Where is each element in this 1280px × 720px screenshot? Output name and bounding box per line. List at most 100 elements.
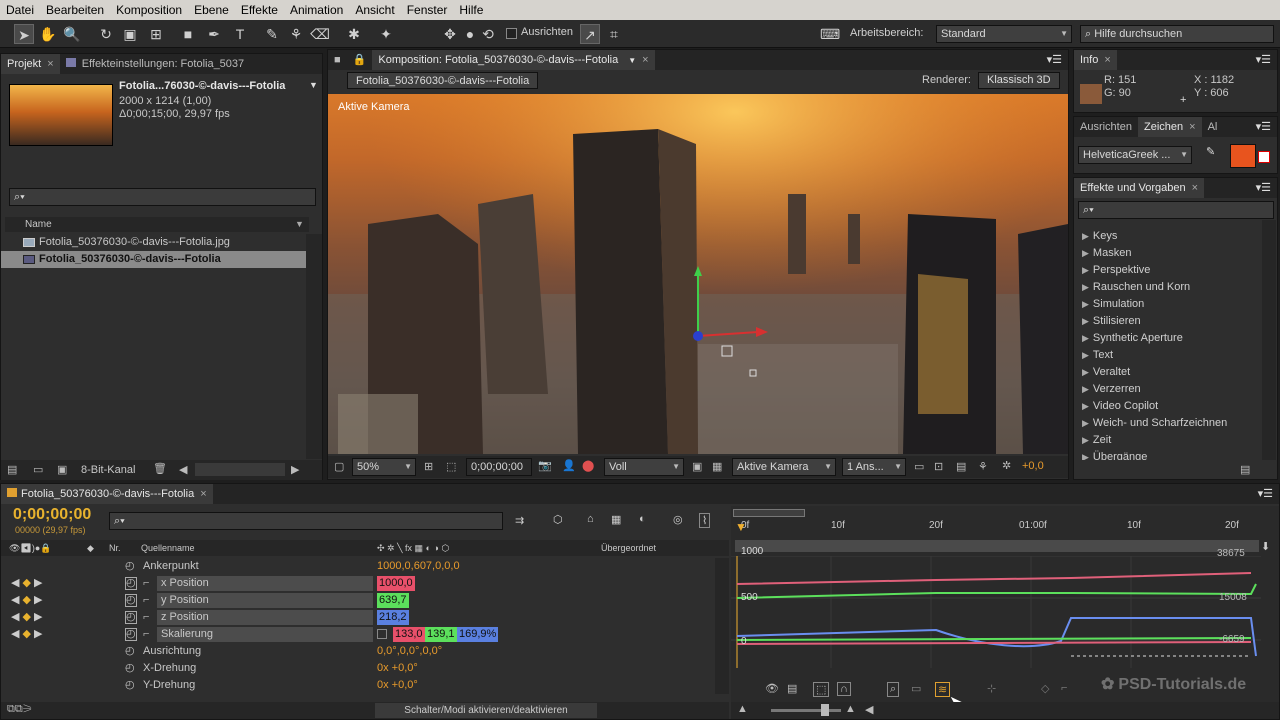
project-search-input[interactable]: ⌕▾: [9, 188, 316, 206]
expand-icon[interactable]: ▶: [1082, 350, 1089, 360]
lock-icon[interactable]: 🔒: [347, 50, 373, 70]
keyframe-nav-icon[interactable]: ◀ ◆ ▶: [11, 592, 43, 609]
tab-effect-controls[interactable]: Effekteinstellungen: Fotolia_5037: [60, 54, 250, 74]
brush-tool-icon[interactable]: ✎: [262, 24, 282, 44]
menu-animation[interactable]: Animation: [284, 3, 349, 17]
list-item[interactable]: ▶ Zeit: [1074, 432, 1260, 449]
timeline-search-input[interactable]: ⌕▾: [109, 512, 503, 530]
chevron-down-icon[interactable]: ▼: [309, 80, 318, 90]
snapshot-icon[interactable]: 📷: [538, 459, 552, 472]
views-layout-select[interactable]: 1 Ans...: [842, 458, 906, 476]
tab-project[interactable]: Projekt ×: [1, 54, 60, 74]
view-select[interactable]: Aktive Kamera: [732, 458, 836, 476]
close-icon[interactable]: ×: [1104, 54, 1110, 66]
expand-icon[interactable]: ▶: [1082, 248, 1089, 258]
stopwatch-icon[interactable]: ◴: [125, 611, 137, 624]
close-icon[interactable]: ×: [47, 58, 53, 70]
close-icon[interactable]: ×: [1189, 121, 1195, 133]
pan-behind-tool-icon[interactable]: ⊞: [146, 24, 166, 44]
resolution-select[interactable]: Voll: [604, 458, 684, 476]
safe-zones-icon[interactable]: ⊞: [424, 460, 433, 473]
list-item[interactable]: ▶ Übergänge: [1074, 449, 1260, 460]
panel-menu-icon[interactable]: ▾☰: [1256, 181, 1271, 194]
pixel-aspect-icon[interactable]: ▭: [914, 460, 924, 473]
playhead-icon[interactable]: ▼: [735, 520, 747, 534]
panel-menu-icon[interactable]: ▾☰: [1256, 120, 1271, 133]
zoom-select[interactable]: 50%: [352, 458, 416, 476]
list-item[interactable]: ▶ Veraltet: [1074, 364, 1260, 381]
exposure-value[interactable]: +0,0: [1022, 460, 1044, 472]
property-value[interactable]: 139,1: [425, 627, 457, 642]
scroll-left-icon[interactable]: ◀: [179, 463, 187, 476]
keyframe-nav-icon[interactable]: ◀ ◆ ▶: [11, 575, 43, 592]
roto-brush-tool-icon[interactable]: ✱: [344, 24, 364, 44]
zoom-slider-handle[interactable]: [821, 704, 829, 716]
tab-effects-presets[interactable]: Effekte und Vorgaben ×: [1074, 178, 1205, 198]
mask-visibility-icon[interactable]: ⬚: [446, 460, 456, 473]
work-area-bar[interactable]: [733, 509, 805, 517]
sort-icon[interactable]: ▼: [295, 219, 304, 229]
label-icon[interactable]: ◆: [87, 540, 94, 556]
property-value[interactable]: 133,0: [393, 627, 425, 642]
font-select[interactable]: HelveticaGreek ...: [1078, 146, 1192, 164]
stopwatch-icon[interactable]: ◴: [125, 558, 135, 575]
expand-icon[interactable]: ▶: [1082, 418, 1089, 428]
property-value[interactable]: 639,7: [377, 593, 409, 608]
rectangle-tool-icon[interactable]: ■: [178, 24, 198, 44]
expand-icon[interactable]: ▶: [1082, 299, 1089, 309]
puppet-tool-icon[interactable]: ✦: [376, 24, 396, 44]
scrollbar[interactable]: [195, 463, 285, 476]
camera-tool-icon[interactable]: ▣: [120, 24, 140, 44]
list-item[interactable]: Fotolia_50376030-©-davis---Fotolia.jpg: [1, 234, 306, 251]
time-ruler[interactable]: 0f 10f 20f 01:00f 10f 20f: [731, 520, 1261, 534]
menu-bearbeiten[interactable]: Bearbeiten: [40, 3, 110, 17]
renderer-button[interactable]: Klassisch 3D: [978, 72, 1060, 89]
fill-color-swatch[interactable]: [1230, 144, 1256, 168]
interpret-footage-icon[interactable]: ▤: [7, 463, 17, 476]
always-preview-icon[interactable]: ▢: [334, 460, 344, 473]
chevron-down-icon[interactable]: ▼: [628, 56, 636, 65]
stopwatch-icon[interactable]: ◴: [125, 677, 135, 694]
align-checkbox[interactable]: [506, 28, 517, 39]
list-item[interactable]: ▶ Video Copilot: [1074, 398, 1260, 415]
column-name[interactable]: Name: [25, 219, 52, 230]
zoom-in-icon[interactable]: ▲: [845, 703, 856, 715]
comp-viewer[interactable]: Aktive Kamera: [328, 94, 1068, 454]
menu-ansicht[interactable]: Ansicht: [349, 3, 400, 17]
auto-bezier-icon[interactable]: ⌐: [1061, 682, 1067, 694]
menu-datei[interactable]: Datei: [0, 3, 40, 17]
property-value[interactable]: 1000,0,607,0,0,0: [377, 558, 460, 575]
property-value[interactable]: 169,9%: [457, 627, 499, 642]
fit-all-icon[interactable]: ▭: [911, 682, 921, 695]
graph-icon[interactable]: ⌐: [143, 592, 149, 609]
menu-komposition[interactable]: Komposition: [110, 3, 188, 17]
tab-more[interactable]: Al: [1202, 117, 1224, 137]
convert-hold-icon[interactable]: ◇: [1041, 682, 1049, 695]
graph-icon[interactable]: ⌐: [143, 626, 149, 643]
show-properties-icon[interactable]: 👁: [765, 682, 779, 695]
fit-selection-icon[interactable]: ⌕: [887, 682, 900, 697]
pen-tool-icon[interactable]: ✒: [204, 24, 224, 44]
panel-menu-icon[interactable]: ▾☰: [1047, 53, 1062, 66]
view-axis-icon[interactable]: ⟲: [478, 24, 498, 44]
world-axis-icon[interactable]: ●: [460, 24, 480, 44]
expand-icon[interactable]: ▶: [1082, 367, 1089, 377]
property-value[interactable]: 1000,0: [377, 576, 415, 591]
scrollbar[interactable]: [1262, 220, 1276, 460]
scroll-left-icon[interactable]: ◀: [865, 703, 873, 716]
time-navigator[interactable]: [735, 540, 1259, 552]
channel-icon[interactable]: ⬤: [582, 459, 594, 472]
stopwatch-icon[interactable]: ◴: [125, 577, 137, 590]
mini-flowchart-icon[interactable]: ⇉: [515, 514, 524, 527]
motion-blur-icon[interactable]: ◐: [639, 513, 646, 525]
snap-icon[interactable]: ↗: [580, 24, 600, 44]
show-snapshot-icon[interactable]: 👤: [562, 459, 576, 472]
eyedropper-icon[interactable]: ✎: [1206, 145, 1215, 158]
expand-icon[interactable]: ▶: [1082, 435, 1089, 445]
list-item[interactable]: ▶ Rauschen und Korn: [1074, 279, 1260, 296]
rotate-tool-icon[interactable]: ↻: [96, 24, 116, 44]
new-folder-icon[interactable]: ▭: [33, 463, 43, 476]
list-item[interactable]: ▶ Text: [1074, 347, 1260, 364]
list-item[interactable]: Fotolia_50376030-©-davis---Fotolia: [1, 251, 306, 268]
list-item[interactable]: ▶ Masken: [1074, 245, 1260, 262]
